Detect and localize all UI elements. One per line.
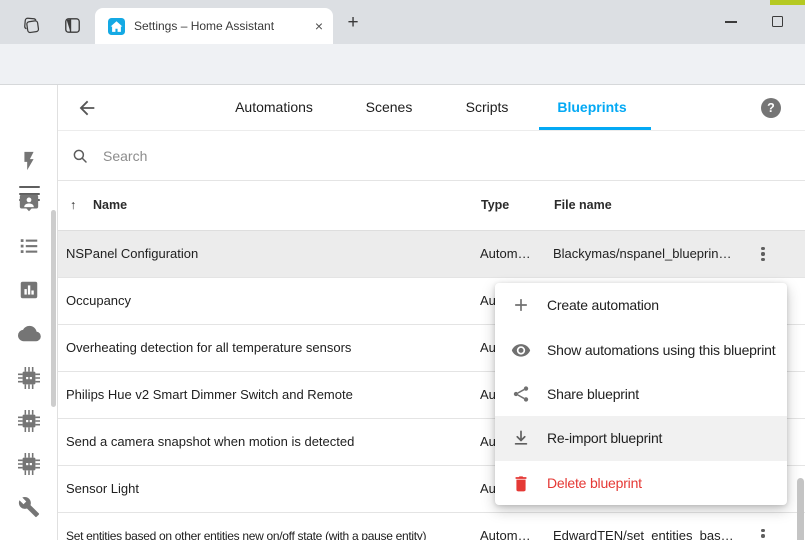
blueprint-context-menu: Create automation Show automations using… <box>495 283 787 505</box>
column-header-file[interactable]: File name <box>554 181 612 230</box>
menu-item-label: Create automation <box>547 297 659 313</box>
ha-header: Automations Scenes Scripts Blueprints ? <box>58 85 805 131</box>
row-type: Autom… <box>480 513 535 540</box>
tab-automations[interactable]: Automations <box>235 85 313 130</box>
row-name: Send a camera snapshot when motion is de… <box>66 419 478 465</box>
row-type: Autom… <box>480 231 535 277</box>
tab-scenes[interactable]: Scenes <box>366 85 413 130</box>
sidebar-item-tools[interactable] <box>18 496 40 518</box>
tab-close-icon[interactable]: × <box>315 19 323 33</box>
browser-window: Settings – Home Assistant × + <box>0 0 805 540</box>
window-maximize-button[interactable] <box>772 16 783 27</box>
home-assistant-favicon <box>108 18 125 35</box>
menu-item-label: Share blueprint <box>547 386 639 402</box>
row-file: EdwardTEN/set_entities_bas… <box>553 513 773 540</box>
table-row[interactable]: NSPanel Configuration Autom… Blackymas/n… <box>58 231 805 278</box>
row-name: Set entities based on other entities new… <box>66 513 478 540</box>
sidebar-item-device-3[interactable] <box>18 453 40 475</box>
row-name: Overheating detection for all temperatur… <box>66 325 478 371</box>
menu-item-reimport-blueprint[interactable]: Re-import blueprint <box>495 416 787 460</box>
plus-icon <box>511 295 531 315</box>
table-header: ↑ Name Type File name <box>58 181 805 231</box>
sidebar-item-automations[interactable] <box>18 150 40 172</box>
window-minimize-button[interactable] <box>725 21 737 23</box>
tab-blueprints[interactable]: Blueprints <box>557 85 626 130</box>
row-name: NSPanel Configuration <box>66 231 478 277</box>
search-input[interactable] <box>101 147 705 165</box>
menu-item-label: Re-import blueprint <box>547 430 662 446</box>
trash-icon <box>511 473 531 493</box>
row-name: Sensor Light <box>66 466 478 512</box>
eye-icon <box>511 340 531 360</box>
sidebar-item-cloud[interactable] <box>18 323 40 345</box>
row-menu-button[interactable] <box>754 527 772 540</box>
page-scrollbar[interactable] <box>797 478 804 540</box>
browser-toolbar: Not secure homeassistant.local:8123/... <box>0 44 805 85</box>
new-tab-button[interactable]: + <box>342 12 364 34</box>
search-icon <box>71 147 89 165</box>
menu-item-create-automation[interactable]: Create automation <box>495 283 787 327</box>
row-name: Occupancy <box>66 278 478 324</box>
browser-tab-strip: Settings – Home Assistant × + <box>0 0 805 44</box>
menu-item-share-blueprint[interactable]: Share blueprint <box>495 372 787 416</box>
sidebar-item-history[interactable] <box>18 279 40 301</box>
sidebar-item-device-2[interactable] <box>18 410 40 432</box>
column-header-name[interactable]: Name <box>93 181 127 230</box>
active-tab-underline <box>539 127 651 130</box>
sidebar-item-persons[interactable] <box>18 192 40 214</box>
search-bar <box>58 131 805 181</box>
active-browser-tab[interactable]: Settings – Home Assistant × <box>95 8 333 44</box>
sidebar-item-lists[interactable] <box>18 235 40 257</box>
vertical-tabs-icon[interactable] <box>61 15 83 35</box>
download-icon <box>511 428 531 448</box>
table-row[interactable]: Set entities based on other entities new… <box>58 513 805 540</box>
ha-back-icon[interactable] <box>76 97 98 119</box>
menu-item-label: Show automations using this blueprint <box>547 342 775 358</box>
help-icon[interactable]: ? <box>761 98 781 118</box>
sort-arrow-icon[interactable]: ↑ <box>70 181 76 230</box>
sidebar-scrollbar[interactable] <box>51 210 56 407</box>
row-name: Philips Hue v2 Smart Dimmer Switch and R… <box>66 372 478 418</box>
column-header-type[interactable]: Type <box>481 181 509 230</box>
workspaces-icon[interactable] <box>20 15 42 35</box>
share-icon <box>511 384 531 404</box>
row-file: Blackymas/nspanel_blueprin… <box>553 231 773 277</box>
menu-item-show-automations[interactable]: Show automations using this blueprint <box>495 327 787 371</box>
tab-scripts[interactable]: Scripts <box>466 85 509 130</box>
sidebar-item-device-1[interactable] <box>18 367 40 389</box>
menu-item-label: Delete blueprint <box>547 475 642 491</box>
menu-item-delete-blueprint[interactable]: Delete blueprint <box>495 461 787 505</box>
tab-title: Settings – Home Assistant <box>134 19 309 33</box>
row-menu-button[interactable] <box>754 245 772 263</box>
ha-sidebar <box>0 85 58 540</box>
desktop-edge-strip <box>770 0 805 5</box>
